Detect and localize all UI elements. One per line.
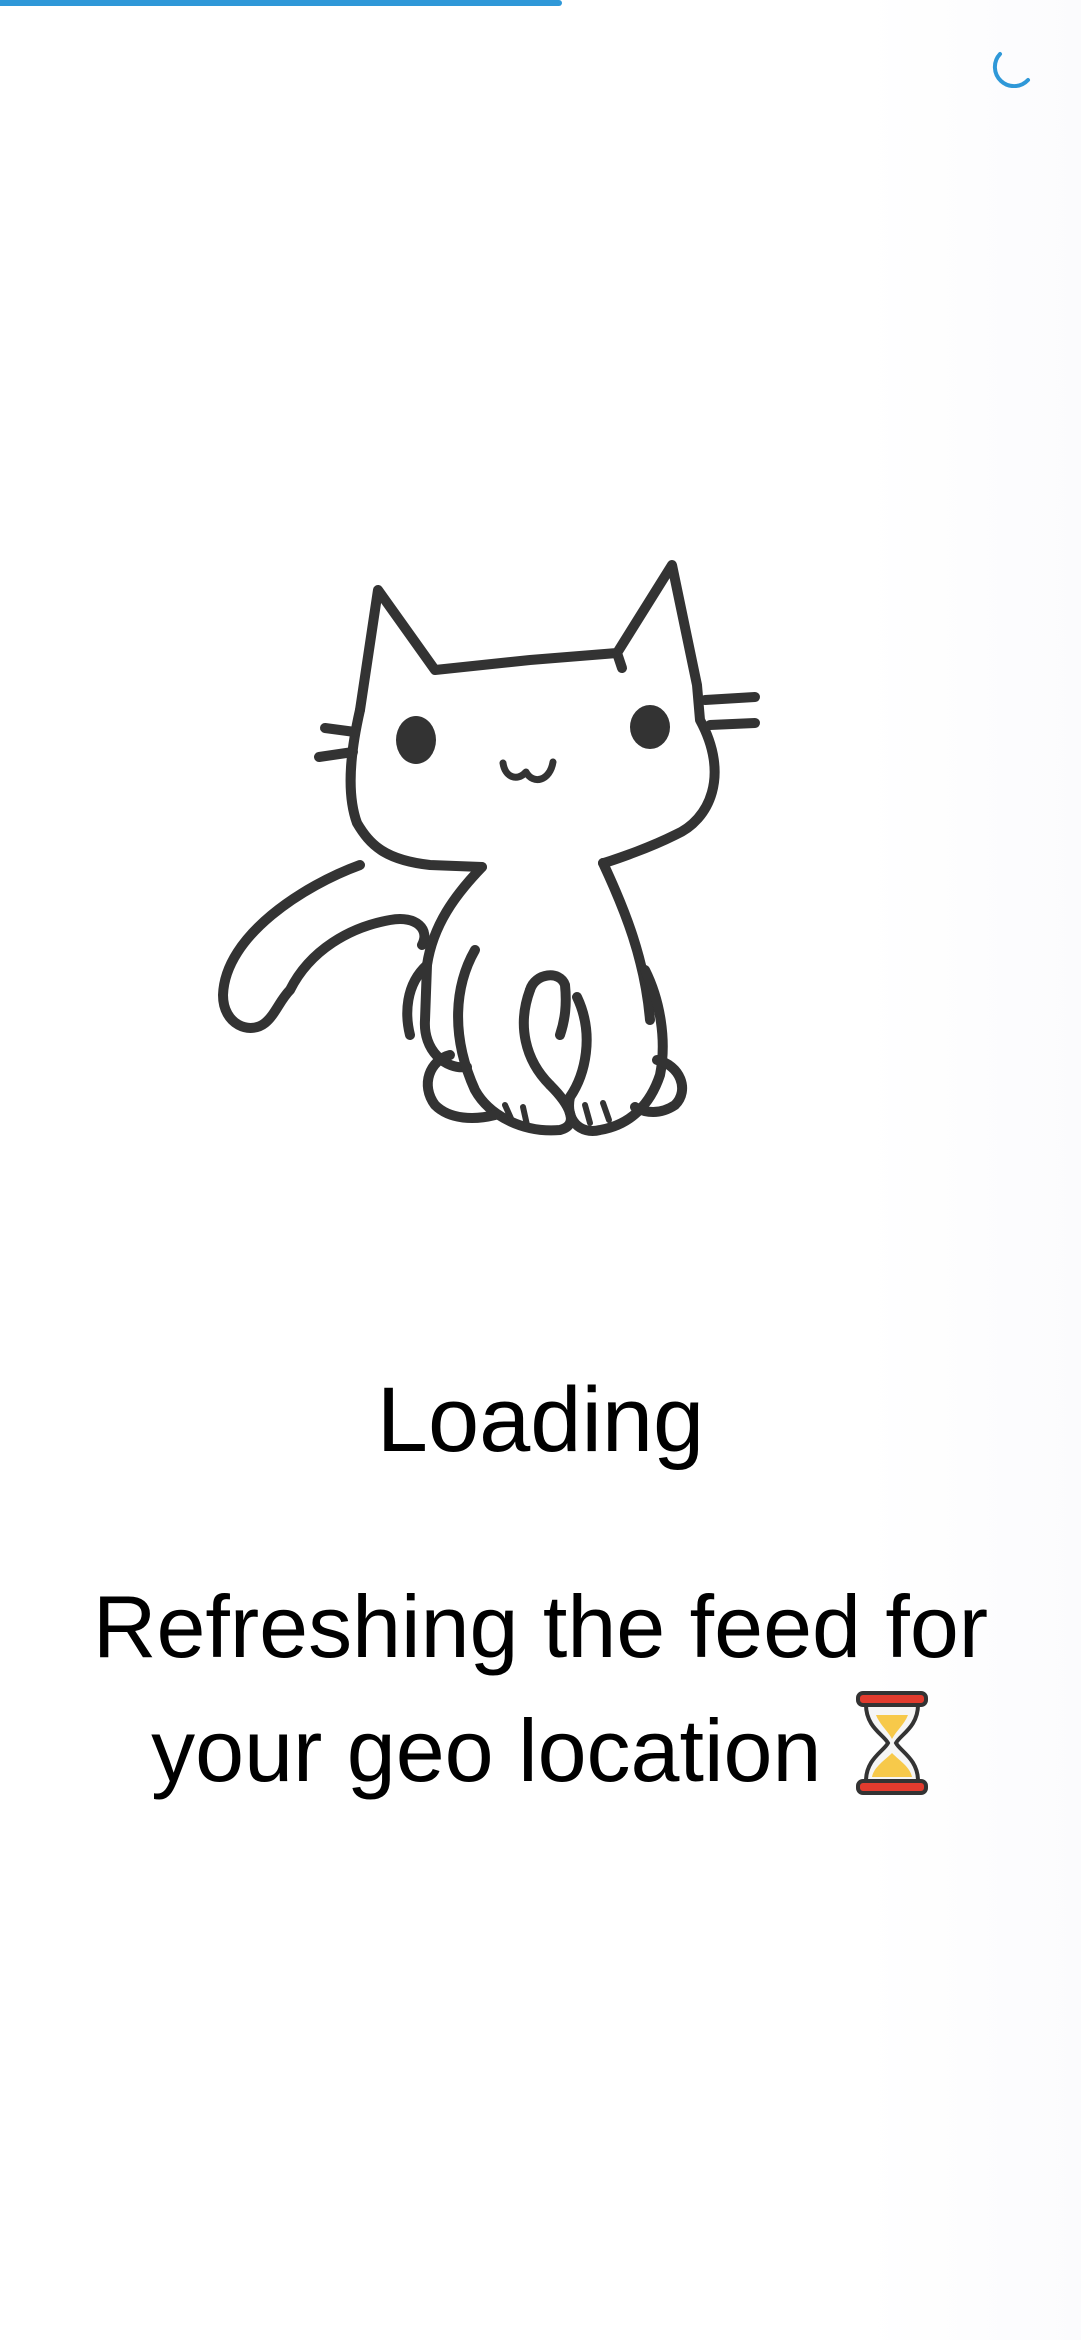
top-progress-fill [0,0,563,6]
top-progress-bar [0,0,1081,6]
loading-message: Refreshing the feed for your geo locatio… [60,1565,1021,1813]
loading-screen: Loading Refreshing the feed for your geo… [0,0,1081,2340]
loading-title: Loading [376,1369,705,1471]
spinner-icon [992,52,1030,88]
cat-illustration [218,560,760,1136]
hourglass-icon [855,1691,928,1795]
